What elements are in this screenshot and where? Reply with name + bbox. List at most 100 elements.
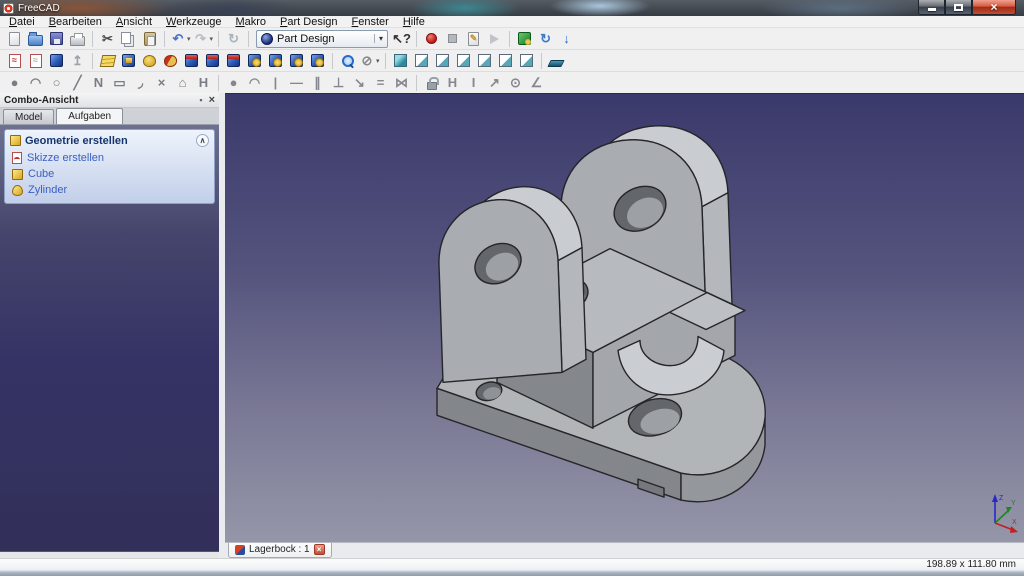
task-item-zylinder[interactable]: Zylinder: [5, 182, 214, 198]
create-point-button[interactable]: ●: [5, 73, 24, 93]
chamfer-button[interactable]: [203, 51, 222, 71]
lagerbock-3d-part[interactable]: [225, 94, 1024, 542]
task-item-skizze-erstellen[interactable]: Skizze erstellen: [5, 150, 214, 166]
multi-transform-button[interactable]: [308, 51, 327, 71]
new-sketch-button[interactable]: ≈: [5, 51, 24, 71]
pocket-button[interactable]: [119, 51, 138, 71]
collapse-button[interactable]: ∧: [196, 134, 209, 147]
menu-datei[interactable]: Datei: [2, 16, 42, 28]
new-document-button[interactable]: [5, 29, 24, 49]
undo-button[interactable]: ↶ ▾: [170, 29, 191, 49]
draft-button[interactable]: [224, 51, 243, 71]
leave-sketch-button[interactable]: ↥: [68, 51, 87, 71]
panel-close-icon[interactable]: ×: [209, 94, 215, 106]
menu-werkzeuge[interactable]: Werkzeuge: [159, 16, 228, 28]
draw-style-button[interactable]: ⊘ ▾: [359, 51, 380, 71]
create-fillet-button[interactable]: ◞: [131, 73, 150, 93]
menu-part-design[interactable]: Part Design: [273, 16, 344, 28]
dropdown-caret-icon[interactable]: ▾: [376, 57, 380, 65]
task-item-cube[interactable]: Cube: [5, 166, 214, 182]
save-document-button[interactable]: [47, 29, 66, 49]
tab-model[interactable]: Model: [3, 109, 55, 124]
paste-button[interactable]: [140, 29, 159, 49]
tab-aufgaben[interactable]: Aufgaben: [56, 108, 124, 124]
menu-makro[interactable]: Makro: [228, 16, 273, 28]
toggle-construction-button[interactable]: H: [194, 73, 213, 93]
create-arc-button[interactable]: ◠: [26, 73, 45, 93]
constrain-distance-x-button[interactable]: H: [443, 73, 462, 93]
constrain-equal-button[interactable]: =: [371, 73, 390, 93]
map-sketch-button[interactable]: [47, 51, 66, 71]
panel-resize-area[interactable]: [0, 551, 219, 558]
close-button[interactable]: ×: [972, 0, 1016, 15]
macro-edit-button[interactable]: ✎: [464, 29, 483, 49]
parameter-editor-button[interactable]: [515, 29, 534, 49]
dropdown-caret-icon[interactable]: ▾: [210, 35, 214, 43]
dock-pin-icon[interactable]: ▪: [199, 95, 202, 105]
create-circle-button[interactable]: ○: [47, 73, 66, 93]
title-bar[interactable]: FreeCAD ×: [0, 0, 1024, 16]
print-document-button[interactable]: [68, 29, 87, 49]
constrain-perpendicular-button[interactable]: ⊥: [329, 73, 348, 93]
menu-ansicht[interactable]: Ansicht: [109, 16, 159, 28]
minimize-button[interactable]: [918, 0, 945, 15]
whats-this-button[interactable]: ↖?: [392, 29, 411, 49]
view-axonometric-button[interactable]: [391, 51, 410, 71]
web-reload-button[interactable]: ↻: [536, 29, 555, 49]
constrain-point-on-object-button[interactable]: ◠: [245, 73, 264, 93]
view-bottom-button[interactable]: [496, 51, 515, 71]
constrain-coincident-icon: ●: [229, 75, 238, 90]
dropdown-caret-icon[interactable]: ▾: [187, 35, 191, 43]
constrain-tangent-button[interactable]: ↘: [350, 73, 369, 93]
constrain-radius-button[interactable]: ⊙: [506, 73, 525, 93]
open-document-button[interactable]: [26, 29, 45, 49]
measure-button[interactable]: [547, 51, 566, 71]
macro-play-button[interactable]: [485, 29, 504, 49]
view-right-button[interactable]: [454, 51, 473, 71]
edit-sketch-button[interactable]: ≈: [26, 51, 45, 71]
dropdown-caret-icon[interactable]: ▾: [374, 34, 383, 43]
download-button[interactable]: ↓: [557, 29, 576, 49]
pad-button[interactable]: [98, 51, 117, 71]
macro-stop-button[interactable]: [443, 29, 462, 49]
maximize-button[interactable]: [945, 0, 972, 15]
constrain-angle-button[interactable]: ∠: [527, 73, 546, 93]
revolution-button[interactable]: [140, 51, 159, 71]
3d-viewport[interactable]: Z Y X: [225, 93, 1024, 542]
cut-button[interactable]: ✂: [98, 29, 117, 49]
menu-fenster[interactable]: Fenster: [345, 16, 396, 28]
document-tab-lagerbock-1[interactable]: Lagerbock : 1 ×: [228, 543, 332, 558]
mirrored-button[interactable]: [245, 51, 264, 71]
view-left-button[interactable]: [517, 51, 536, 71]
constrain-parallel-button[interactable]: ∥: [308, 73, 327, 93]
menu-hilfe[interactable]: Hilfe: [396, 16, 432, 28]
constrain-vertical-button[interactable]: |: [266, 73, 285, 93]
external-geometry-button[interactable]: ⌂: [173, 73, 192, 93]
workbench-selector[interactable]: Part Design ▾: [256, 29, 389, 48]
view-rear-button[interactable]: [475, 51, 494, 71]
constrain-symmetric-button[interactable]: ⋈: [392, 73, 411, 93]
trim-edge-button[interactable]: ×: [152, 73, 171, 93]
copy-button[interactable]: [119, 29, 138, 49]
fillet-button[interactable]: [182, 51, 201, 71]
view-top-button[interactable]: [433, 51, 452, 71]
create-rectangle-button[interactable]: ▭: [110, 73, 129, 93]
constrain-lock-button[interactable]: [422, 73, 441, 93]
view-right-icon: [456, 54, 470, 67]
redo-button[interactable]: ↷ ▾: [193, 29, 214, 49]
refresh-button[interactable]: ↻: [224, 29, 243, 49]
create-polyline-button[interactable]: N: [89, 73, 108, 93]
linear-pattern-button[interactable]: [266, 51, 285, 71]
groove-button[interactable]: [161, 51, 180, 71]
view-front-button[interactable]: [412, 51, 431, 71]
constrain-distance-button[interactable]: ↗: [485, 73, 504, 93]
zoom-fit-all-button[interactable]: [338, 51, 357, 71]
tab-close-icon[interactable]: ×: [313, 544, 325, 555]
constrain-coincident-button[interactable]: ●: [224, 73, 243, 93]
menu-bearbeiten[interactable]: Bearbeiten: [42, 16, 109, 28]
polar-pattern-button[interactable]: [287, 51, 306, 71]
constrain-distance-y-button[interactable]: I: [464, 73, 483, 93]
create-line-button[interactable]: ╱: [68, 73, 87, 93]
macro-record-button[interactable]: [422, 29, 441, 49]
constrain-horizontal-button[interactable]: —: [287, 73, 306, 93]
